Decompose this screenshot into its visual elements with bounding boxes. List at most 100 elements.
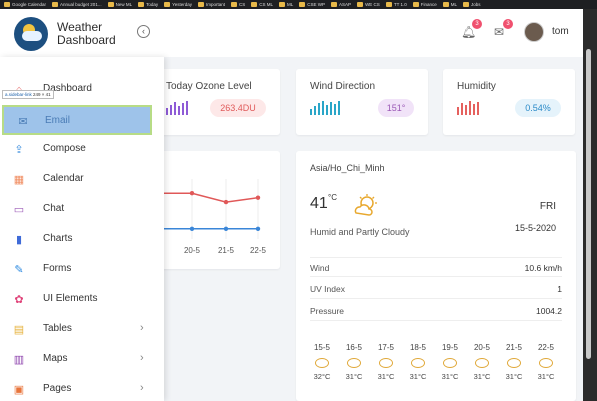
bell-icon[interactable]: 🔔︎ 3 bbox=[461, 19, 482, 39]
folder-icon bbox=[251, 2, 258, 7]
message-count-badge: 3 bbox=[503, 19, 513, 29]
bookmarks-bar: Google Calendar Annual budget 201... New M… bbox=[0, 0, 597, 9]
bookmark-item[interactable]: Yesterday bbox=[164, 2, 192, 7]
data-point bbox=[223, 199, 229, 205]
share-icon: ⇪ bbox=[14, 144, 24, 156]
sidebar-item-label: Chat bbox=[43, 203, 65, 214]
bookmark-item[interactable]: TT 1.0 bbox=[385, 2, 407, 7]
bookmark-item[interactable]: New ML bbox=[107, 2, 132, 7]
ozone-title: Today Ozone Level bbox=[166, 81, 252, 92]
scrollbar-thumb[interactable] bbox=[586, 49, 591, 359]
envelope-icon: ✉ bbox=[18, 116, 28, 128]
weather-location: Asia/Ho_Chi_Minh bbox=[310, 163, 385, 173]
forecast-day: 20-5 31°C bbox=[473, 343, 491, 381]
pages-icon: ▣ bbox=[13, 384, 25, 396]
folder-icon bbox=[412, 2, 419, 7]
avatar[interactable] bbox=[524, 22, 544, 42]
weather-card: Asia/Ho_Chi_Minh 41 °C FRI Humid and Par… bbox=[296, 151, 576, 401]
weather-logo-icon bbox=[14, 17, 48, 51]
collapse-sidebar-button[interactable]: ‹ bbox=[137, 25, 150, 38]
bookmark-item[interactable]: Important bbox=[197, 2, 225, 7]
table-icon: ▤ bbox=[13, 324, 25, 336]
x-tick-label: 21-5 bbox=[218, 246, 235, 255]
sidebar: ⌂ Dashboard a.sidebar-link 249 × 41 ✉ Em… bbox=[0, 57, 164, 401]
weather-description: Humid and Partly Cloudy bbox=[310, 227, 410, 237]
sidebar-item-calendar[interactable]: ▦ Calendar bbox=[0, 165, 164, 195]
notification-count-badge: 3 bbox=[472, 19, 482, 29]
palette-icon: ✿ bbox=[14, 294, 24, 306]
humidity-card: Humidity 0.54% bbox=[443, 69, 575, 135]
sidebar-item-email[interactable]: ✉ Email bbox=[2, 105, 152, 135]
detail-label: Pressure bbox=[310, 306, 345, 316]
sun-icon bbox=[379, 358, 393, 368]
weather-detail-row: Wind 10.6 km/h bbox=[310, 257, 562, 277]
weather-day: FRI bbox=[539, 201, 556, 212]
sidebar-item-charts[interactable]: ▮ Charts bbox=[0, 225, 164, 255]
chat-icon: ▭ bbox=[13, 204, 25, 216]
folder-icon bbox=[385, 2, 392, 7]
bookmark-item[interactable]: ML bbox=[279, 2, 293, 7]
bookmark-item[interactable]: Finance bbox=[412, 2, 437, 7]
ozone-card: Today Ozone Level 263.4DU bbox=[152, 69, 280, 135]
sidebar-item-chat[interactable]: ▭ Chat bbox=[0, 195, 164, 225]
sidebar-item-label: Compose bbox=[43, 143, 86, 154]
detail-value: 1 bbox=[557, 284, 562, 294]
folder-icon bbox=[138, 2, 145, 7]
bookmark-item[interactable]: CSE WP bbox=[299, 2, 325, 7]
sidebar-item-pages[interactable]: ▣ Pages › bbox=[0, 375, 164, 401]
humidity-sparkline-icon bbox=[457, 101, 479, 115]
sidebar-item-label: Calendar bbox=[43, 173, 84, 184]
folder-icon bbox=[197, 2, 204, 7]
weather-detail-row: Pressure 1004.2 bbox=[310, 301, 562, 321]
bookmark-item[interactable]: ML bbox=[442, 2, 457, 7]
sidebar-item-label: UI Elements bbox=[43, 293, 98, 304]
bookmark-item[interactable]: WE CS bbox=[357, 2, 380, 7]
envelope-icon[interactable]: ✉ 3 bbox=[492, 19, 513, 39]
sidebar-item-ui-elements[interactable]: ✿ UI Elements bbox=[0, 285, 164, 315]
bookmark-item[interactable]: ASAP bbox=[331, 2, 351, 7]
forecast-day: 18-5 31°C bbox=[409, 343, 427, 381]
forecast-day: 15-5 32°C bbox=[313, 343, 331, 381]
sidebar-item-label: Forms bbox=[43, 263, 72, 274]
sidebar-item-tables[interactable]: ▤ Tables › bbox=[0, 315, 164, 345]
detail-label: Wind bbox=[310, 263, 330, 273]
bookmark-item[interactable]: Google Calendar bbox=[4, 2, 46, 7]
detail-label: UV Index bbox=[310, 284, 345, 294]
map-icon: ▥ bbox=[13, 354, 25, 366]
folder-icon bbox=[107, 2, 114, 7]
sidebar-item-compose[interactable]: ⇪ Compose bbox=[0, 135, 164, 165]
bookmark-item[interactable]: Annual budget 201... bbox=[52, 2, 102, 7]
bookmark-item[interactable]: Jobs bbox=[463, 2, 481, 7]
folder-icon bbox=[357, 2, 364, 7]
sun-icon bbox=[347, 358, 361, 368]
series-line-0 bbox=[152, 192, 259, 203]
chevron-right-icon: › bbox=[140, 352, 144, 364]
username[interactable]: tom bbox=[552, 26, 569, 37]
bookmark-item[interactable]: Today bbox=[138, 2, 158, 7]
x-tick-label: 22-5 bbox=[250, 246, 267, 255]
weather-date: 15-5-2020 bbox=[514, 223, 556, 233]
weather-temperature: 41 bbox=[310, 195, 328, 212]
wind-sparkline-icon bbox=[310, 101, 340, 115]
wind-direction-value-badge: 151° bbox=[378, 99, 414, 117]
sun-icon bbox=[315, 358, 329, 368]
x-tick-label: 20-5 bbox=[184, 246, 201, 255]
folder-icon bbox=[164, 2, 171, 7]
forecast-day: 21-5 31°C bbox=[505, 343, 523, 381]
sun-icon bbox=[475, 358, 489, 368]
detail-value: 1004.2 bbox=[536, 306, 562, 316]
sidebar-item-label: Maps bbox=[43, 353, 68, 364]
sidebar-item-forms[interactable]: ✎ Forms bbox=[0, 255, 164, 285]
sidebar-item-label: Email bbox=[45, 115, 71, 126]
sidebar-item-label: Tables bbox=[43, 323, 72, 334]
bookmark-item[interactable]: CS ML bbox=[251, 2, 273, 7]
folder-icon bbox=[299, 2, 306, 7]
sun-icon bbox=[507, 358, 521, 368]
humidity-title: Humidity bbox=[457, 81, 496, 92]
sun-icon bbox=[411, 358, 425, 368]
forecast-day: 19-5 31°C bbox=[441, 343, 459, 381]
page-scrollbar[interactable] bbox=[583, 9, 597, 401]
sidebar-item-maps[interactable]: ▥ Maps › bbox=[0, 345, 164, 375]
sidebar-item-label: Pages bbox=[43, 383, 72, 394]
bookmark-item[interactable]: CS bbox=[230, 2, 245, 7]
